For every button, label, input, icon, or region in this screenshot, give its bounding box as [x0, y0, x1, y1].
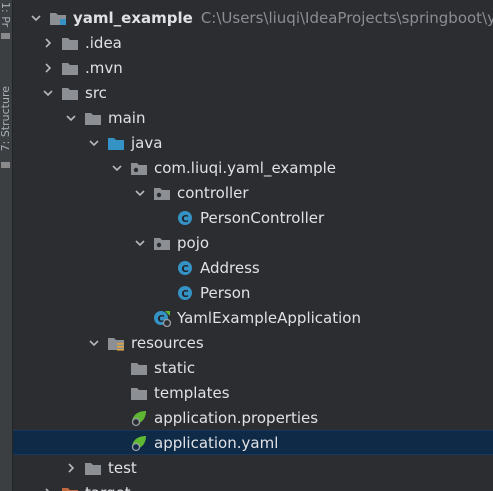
- folder-icon: [61, 60, 79, 76]
- class-icon: C: [176, 285, 194, 301]
- tree-row-templates[interactable]: templates: [13, 380, 493, 405]
- chevron-down-icon[interactable]: [88, 337, 100, 349]
- tree-row-main[interactable]: main: [13, 105, 493, 130]
- strip-grip-icon: [1, 162, 10, 168]
- folder-icon: [84, 110, 102, 126]
- tree-row-application-yaml[interactable]: application.yaml: [13, 430, 493, 455]
- tree-label: pojo: [177, 233, 210, 252]
- strip-grip-icon: [1, 33, 10, 39]
- resources-folder-icon: [107, 335, 125, 351]
- tree-row-src[interactable]: src: [13, 80, 493, 105]
- tree-row-pojo[interactable]: pojo: [13, 230, 493, 255]
- chevron-right-icon[interactable]: [42, 37, 54, 49]
- tree-row-static[interactable]: static: [13, 355, 493, 380]
- tree-label: resources: [131, 333, 204, 352]
- package-icon: [153, 235, 171, 251]
- tree-label: static: [154, 358, 196, 377]
- excluded-folder-icon: [61, 485, 79, 491]
- project-tree: yaml_example C:\Users\liuqi\IdeaProjects…: [13, 5, 493, 491]
- module-folder-icon: [49, 10, 67, 26]
- folder-icon: [61, 35, 79, 51]
- tree-label: java: [131, 133, 163, 152]
- chevron-down-icon[interactable]: [65, 112, 77, 124]
- tree-label: application.properties: [154, 408, 319, 427]
- tree-row-address[interactable]: C Address: [13, 255, 493, 280]
- svg-text:C: C: [181, 289, 188, 300]
- tree-label: .mvn: [85, 58, 123, 77]
- chevron-down-icon[interactable]: [111, 162, 123, 174]
- tree-row-idea[interactable]: .idea: [13, 30, 493, 55]
- spring-config-icon: [130, 435, 148, 451]
- tree-row-package-root[interactable]: com.liuqi.yaml_example: [13, 155, 493, 180]
- chevron-right-icon[interactable]: [42, 487, 54, 491]
- tree-row-test[interactable]: test: [13, 455, 493, 480]
- svg-text:C: C: [181, 264, 188, 275]
- tree-label: com.liuqi.yaml_example: [154, 158, 337, 177]
- tree-row-personcontroller[interactable]: C PersonController: [13, 205, 493, 230]
- chevron-down-icon[interactable]: [134, 237, 146, 249]
- tree-label: application.yaml: [154, 433, 279, 452]
- tree-label: .idea: [85, 33, 122, 52]
- chevron-down-icon[interactable]: [134, 187, 146, 199]
- spring-boot-class-icon: C: [153, 310, 171, 327]
- package-icon: [130, 160, 148, 176]
- tree-row-application-class[interactable]: C YamlExampleApplication: [13, 305, 493, 330]
- tree-label: target: [85, 484, 131, 491]
- folder-icon: [130, 385, 148, 401]
- svg-text:C: C: [181, 214, 188, 225]
- chevron-right-icon[interactable]: [42, 62, 54, 74]
- chevron-right-icon[interactable]: [65, 462, 77, 474]
- tree-row-application-properties[interactable]: application.properties: [13, 405, 493, 430]
- tree-label: templates: [154, 383, 230, 402]
- project-tool-tab[interactable]: 1: Pr: [0, 2, 12, 27]
- tree-label-root: yaml_example: [73, 8, 193, 27]
- tree-row-root[interactable]: yaml_example C:\Users\liuqi\IdeaProjects…: [13, 5, 493, 30]
- folder-icon: [130, 360, 148, 376]
- tree-row-target[interactable]: target: [13, 480, 493, 491]
- tree-label: Address: [200, 258, 260, 277]
- tree-label: controller: [177, 183, 249, 202]
- chevron-down-icon[interactable]: [42, 87, 54, 99]
- chevron-down-icon[interactable]: [88, 137, 100, 149]
- tree-label: main: [108, 108, 146, 127]
- package-icon: [153, 185, 171, 201]
- tree-label: PersonController: [200, 208, 325, 227]
- spring-config-icon: [130, 410, 148, 426]
- tree-row-controller[interactable]: controller: [13, 180, 493, 205]
- class-icon: C: [176, 260, 194, 276]
- tree-row-mvn[interactable]: .mvn: [13, 55, 493, 80]
- tree-row-resources[interactable]: resources: [13, 330, 493, 355]
- structure-tool-tab[interactable]: 7: Structure: [0, 86, 12, 151]
- class-icon: C: [176, 210, 194, 226]
- tree-label: src: [85, 83, 107, 102]
- tree-row-person[interactable]: C Person: [13, 280, 493, 305]
- folder-icon: [61, 85, 79, 101]
- tree-label: Person: [200, 283, 251, 302]
- tree-label: test: [108, 458, 137, 477]
- chevron-down-icon[interactable]: [30, 12, 42, 24]
- folder-icon: [84, 460, 102, 476]
- tree-label: YamlExampleApplication: [177, 308, 361, 327]
- project-path: C:\Users\liuqi\IdeaProjects\springboot\y…: [200, 8, 493, 27]
- tool-window-strip: 1: Pr 7: Structure: [0, 0, 13, 491]
- tree-row-java[interactable]: java: [13, 130, 493, 155]
- source-folder-icon: [107, 135, 125, 151]
